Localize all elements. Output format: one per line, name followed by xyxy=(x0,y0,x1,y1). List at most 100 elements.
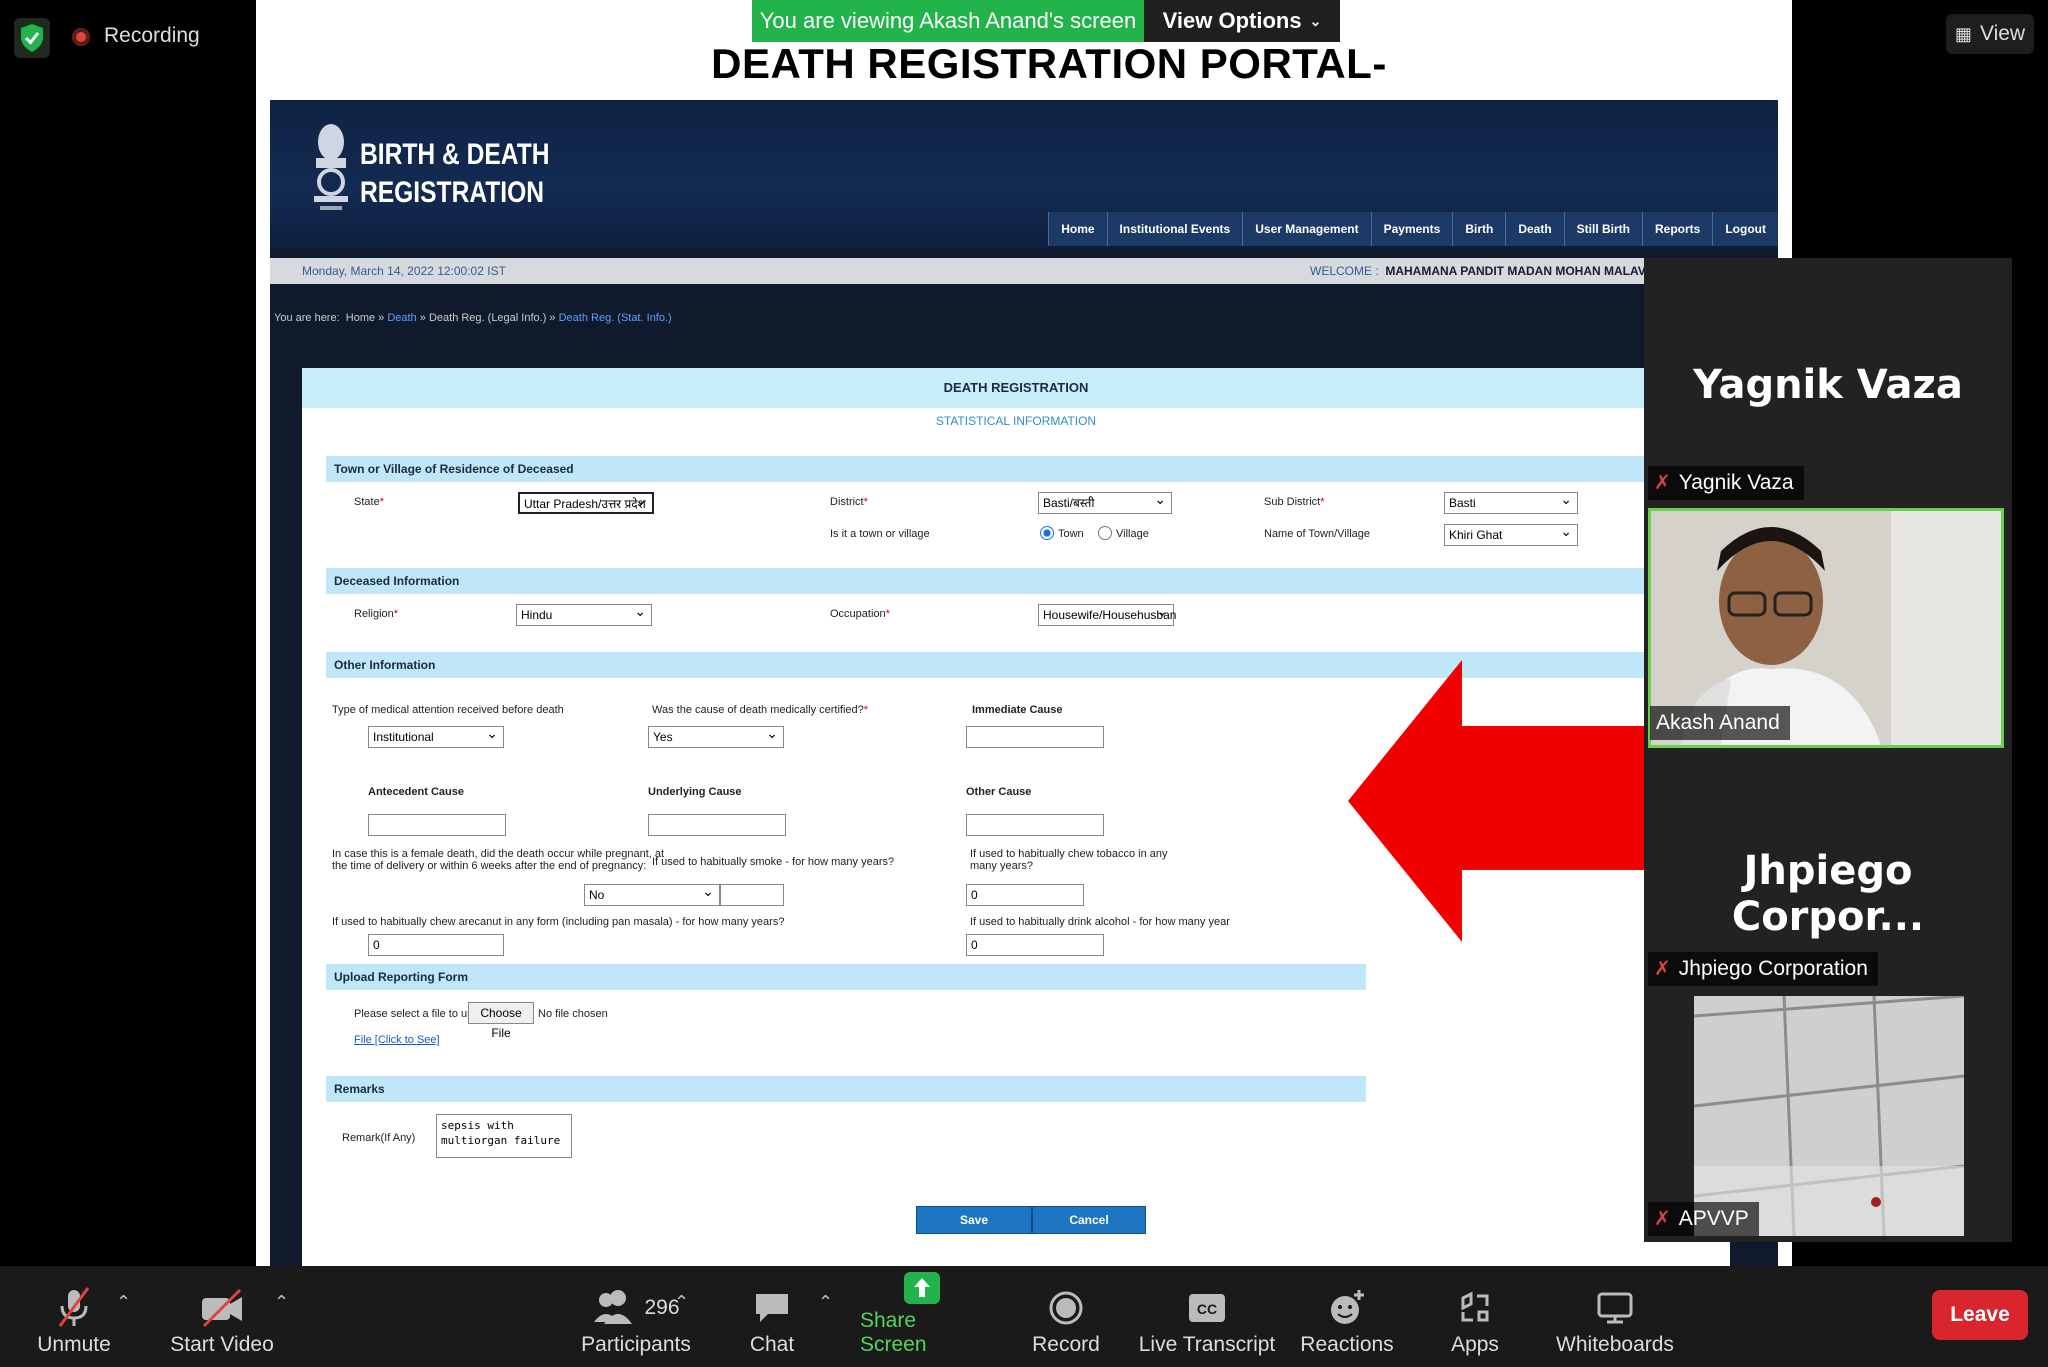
tile-name-yagnik: Yagnik Vaza xyxy=(1693,362,1963,408)
nav-reports[interactable]: Reports xyxy=(1642,212,1713,246)
badge-label: Jhpiego Corporation xyxy=(1678,957,1868,980)
participant-badge-yagnik: ✗ Yagnik Vaza xyxy=(1648,466,1804,500)
nav-user-management[interactable]: User Management xyxy=(1242,212,1371,246)
reactions-button[interactable]: Reactions xyxy=(1298,1266,1396,1367)
unmute-label: Unmute xyxy=(37,1333,111,1356)
muted-microphone-icon xyxy=(54,1283,94,1333)
ceiling-video-feed xyxy=(1694,996,1964,1236)
participants-button[interactable]: 296 Participants xyxy=(570,1266,702,1367)
apps-button[interactable]: Apps xyxy=(1440,1266,1510,1367)
religion-select[interactable]: Hindu xyxy=(516,601,652,626)
info-bar: Monday, March 14, 2022 12:00:02 IST WELC… xyxy=(270,258,1778,284)
village-radio[interactable] xyxy=(1098,526,1112,540)
immediate-cause-input[interactable] xyxy=(966,726,1104,748)
view-button[interactable]: ▦ View xyxy=(1946,14,2034,54)
apps-label: Apps xyxy=(1451,1333,1499,1356)
district-label: District* xyxy=(830,496,868,508)
recording-label[interactable]: Recording xyxy=(104,24,200,48)
remark-textarea[interactable]: sepsis with multiorgan failure xyxy=(436,1114,572,1158)
view-options-button[interactable]: View Options ⌄ xyxy=(1144,0,1340,42)
medical-attention-label: Type of medical attention received befor… xyxy=(332,704,564,716)
chat-button[interactable]: Chat xyxy=(740,1266,804,1367)
current-date: Monday, March 14, 2022 12:00:02 IST xyxy=(302,264,506,278)
breadcrumb-stat-info[interactable]: Death Reg. (Stat. Info.) xyxy=(559,312,672,324)
female-death-select[interactable]: No xyxy=(584,881,720,906)
tile-name-jhpiego: Jhpiego Corpor... xyxy=(1731,848,1925,940)
certified-label: Was the cause of death medically certifi… xyxy=(652,704,869,716)
occupation-select[interactable]: Housewife/Househusban xyxy=(1038,601,1176,626)
subdistrict-select[interactable]: Basti xyxy=(1444,489,1578,514)
certified-select[interactable]: Yes xyxy=(648,723,784,748)
breadcrumb-legal-info[interactable]: Death Reg. (Legal Info.) xyxy=(429,312,546,324)
town-radio[interactable] xyxy=(1040,526,1054,540)
cancel-button[interactable]: Cancel xyxy=(1032,1206,1146,1234)
leave-button[interactable]: Leave xyxy=(1932,1290,2028,1340)
other-cause-input[interactable] xyxy=(966,814,1104,836)
nav-still-birth[interactable]: Still Birth xyxy=(1563,212,1642,246)
video-options-caret-icon[interactable]: ⌃ xyxy=(274,1292,289,1313)
nav-institutional-events[interactable]: Institutional Events xyxy=(1106,212,1243,246)
state-select[interactable]: Uttar Pradesh/उत्तर प्रदेश xyxy=(518,490,654,514)
muted-mic-icon: ✗ xyxy=(1654,472,1671,494)
arecanut-years-input[interactable]: 0 xyxy=(368,934,504,956)
underlying-cause-label: Underlying Cause xyxy=(648,786,742,798)
smoke-label: If used to habitually smoke - for how ma… xyxy=(652,856,895,868)
breadcrumb-home[interactable]: Home xyxy=(346,312,375,324)
section-remarks: Remarks xyxy=(326,1076,1366,1102)
nav-death[interactable]: Death xyxy=(1505,212,1564,246)
nav-payments[interactable]: Payments xyxy=(1370,212,1453,246)
video-off-icon xyxy=(200,1283,244,1333)
chat-bubble-icon xyxy=(754,1283,790,1333)
closed-caption-icon: CC xyxy=(1187,1283,1227,1333)
district-select[interactable]: Basti/बस्ती xyxy=(1038,489,1172,514)
whiteboards-button[interactable]: Whiteboards xyxy=(1554,1266,1676,1367)
live-transcript-button[interactable]: CC Live Transcript xyxy=(1136,1266,1278,1367)
participants-icon: 296 xyxy=(592,1283,680,1333)
town-option-label: Town xyxy=(1058,528,1084,540)
chat-caret-icon[interactable]: ⌃ xyxy=(818,1292,833,1313)
participants-label: Participants xyxy=(581,1333,691,1356)
nav-home[interactable]: Home xyxy=(1048,212,1107,246)
portal-nav: Home Institutional Events User Managemen… xyxy=(1048,212,1778,246)
record-button[interactable]: Record xyxy=(1026,1266,1106,1367)
share-screen-button[interactable]: Share Screen xyxy=(860,1266,984,1367)
chevron-down-icon: ⌄ xyxy=(1309,12,1322,29)
underlying-cause-input[interactable] xyxy=(648,814,786,836)
section-residence: Town or Village of Residence of Deceased xyxy=(326,456,1706,482)
antecedent-cause-input[interactable] xyxy=(368,814,506,836)
state-label: State* xyxy=(354,496,384,508)
reactions-label: Reactions xyxy=(1300,1333,1394,1356)
unmute-button[interactable]: Unmute xyxy=(26,1266,122,1367)
nav-birth[interactable]: Birth xyxy=(1452,212,1506,246)
participants-panel: Yagnik Vaza ✗ Yagnik Vaza Akash Anand Jh… xyxy=(1644,258,2012,1242)
nav-logout[interactable]: Logout xyxy=(1712,212,1778,246)
svg-text:CC: CC xyxy=(1197,1301,1217,1317)
share-screen-icon xyxy=(902,1266,942,1309)
audio-options-caret-icon[interactable]: ⌃ xyxy=(116,1292,131,1313)
view-options-label: View Options xyxy=(1162,8,1302,33)
tobacco-years-input[interactable]: 0 xyxy=(966,884,1084,906)
participants-caret-icon[interactable]: ⌃ xyxy=(674,1292,689,1313)
file-link[interactable]: File [Click to See] xyxy=(354,1034,440,1046)
medical-attention-select[interactable]: Institutional xyxy=(368,723,504,748)
share-screen-label: Share Screen xyxy=(860,1309,927,1356)
breadcrumb: You are here: Home » Death » Death Reg. … xyxy=(274,312,672,324)
smoke-years-input[interactable] xyxy=(720,884,784,906)
section-deceased: Deceased Information xyxy=(326,568,1706,594)
choose-file-button[interactable]: Choose File xyxy=(468,1002,534,1040)
whiteboard-icon xyxy=(1595,1283,1635,1333)
portal-header: BIRTH & DEATH REGISTRATION Home Institut… xyxy=(270,100,1778,248)
video-tile-apvvp[interactable] xyxy=(1694,996,1964,1236)
participant-badge-akash: Akash Anand xyxy=(1650,706,1790,740)
save-button[interactable]: Save xyxy=(916,1206,1032,1234)
breadcrumb-death[interactable]: Death xyxy=(387,312,416,324)
town-name-select[interactable]: Khiri Ghat xyxy=(1444,521,1578,546)
badge-label: APVVP xyxy=(1678,1207,1749,1230)
shared-screen: DEATH REGISTRATION PORTAL- BIRTH & DEATH… xyxy=(256,0,1792,1266)
chat-label: Chat xyxy=(749,1333,795,1356)
start-video-button[interactable]: Start Video xyxy=(160,1266,284,1367)
alcohol-years-input[interactable]: 0 xyxy=(966,934,1104,956)
security-shield-icon[interactable] xyxy=(14,18,50,58)
form-subtitle: STATISTICAL INFORMATION xyxy=(935,414,1097,428)
occupation-label: Occupation* xyxy=(830,608,890,620)
